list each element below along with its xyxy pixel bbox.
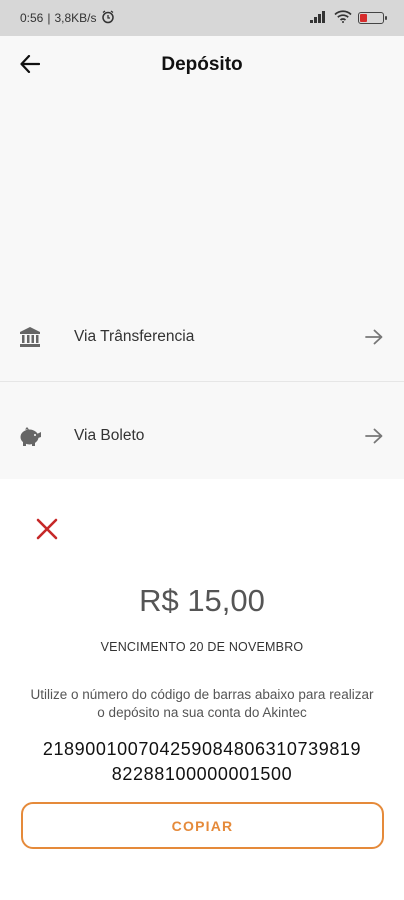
status-bar-right [310,10,387,26]
instructions-text: Utilize o número do código de barras aba… [30,687,374,720]
barcode-line-1: 21890010070425908480631073981​9 [42,739,362,759]
status-separator: | [47,11,51,25]
status-bar-left: 0:56 | 3,8KB/s [20,9,115,27]
boleto-sheet: R$ 15,00 VENCIMENTO 20 DE NOVEMBRO Utili… [0,479,404,900]
option-boleto[interactable]: Via Boleto [0,387,404,485]
arrow-right-icon [364,327,384,347]
wifi-icon [334,10,352,26]
boleto-amount: R$ 15,00 [139,583,265,618]
option-transfer[interactable]: Via Trânsferencia [0,288,404,386]
arrow-left-icon [20,54,41,78]
copy-button[interactable]: COPIAR [21,802,384,849]
close-icon [36,518,58,545]
signal-icon [310,10,328,26]
network-speed: 3,8KB/s [54,11,97,25]
arrow-right-icon [364,426,384,446]
due-date: VENCIMENTO 20 DE NOVEMBRO [100,640,304,654]
barcode-number: 21890010070425908480631073981​9 82288100… [10,737,394,787]
battery-level [360,14,367,22]
close-button[interactable] [33,517,61,545]
option-divider [0,381,404,382]
bank-icon [17,324,43,350]
page-title: Depósito [161,54,243,75]
piggy-bank-icon [17,423,43,449]
option-boleto-label: Via Boleto [74,427,145,444]
status-bar: 0:56 | 3,8KB/s [0,0,404,36]
back-button[interactable] [14,50,46,82]
status-time: 0:56 [20,11,44,25]
barcode-line-2: 82288100000001500 [111,764,293,784]
option-transfer-label: Via Trânsferencia [74,328,195,345]
alarm-icon [101,9,115,27]
battery-icon [358,12,387,24]
app-bar: Depósito [0,36,404,94]
